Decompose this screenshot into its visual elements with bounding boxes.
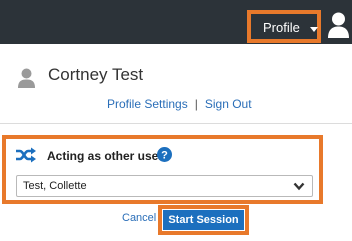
cancel-link[interactable]: Cancel — [122, 212, 156, 225]
help-icon[interactable]: ? — [157, 147, 172, 162]
profile-links: Profile Settings | Sign Out — [107, 97, 252, 111]
profile-label: Profile — [263, 20, 300, 35]
acting-as-label: Acting as other user — [47, 149, 164, 163]
selected-user: Test, Collette — [23, 180, 87, 192]
caret-down-icon — [310, 27, 318, 32]
svg-text:?: ? — [161, 150, 168, 162]
top-nav-bar: Profile — [0, 0, 352, 44]
profile-menu-button[interactable]: Profile — [247, 10, 321, 43]
profile-settings-link[interactable]: Profile Settings — [107, 97, 188, 111]
sign-out-link[interactable]: Sign Out — [205, 97, 252, 111]
user-select[interactable]: Test, Collette — [16, 175, 313, 197]
user-avatar-icon[interactable] — [328, 12, 349, 38]
page: Profile Cortney Test Profile Settings | Si… — [0, 0, 352, 241]
start-session-button[interactable]: Start Session — [158, 205, 249, 235]
person-icon — [18, 68, 35, 88]
divider — [0, 123, 352, 124]
shuffle-icon — [16, 147, 36, 163]
acting-as-user-panel: Acting as other user ? Test, Collette — [2, 135, 323, 204]
chevron-down-icon — [293, 182, 305, 191]
link-separator: | — [194, 97, 198, 111]
start-session-label: Start Session — [162, 209, 245, 231]
user-name: Cortney Test — [48, 65, 144, 84]
